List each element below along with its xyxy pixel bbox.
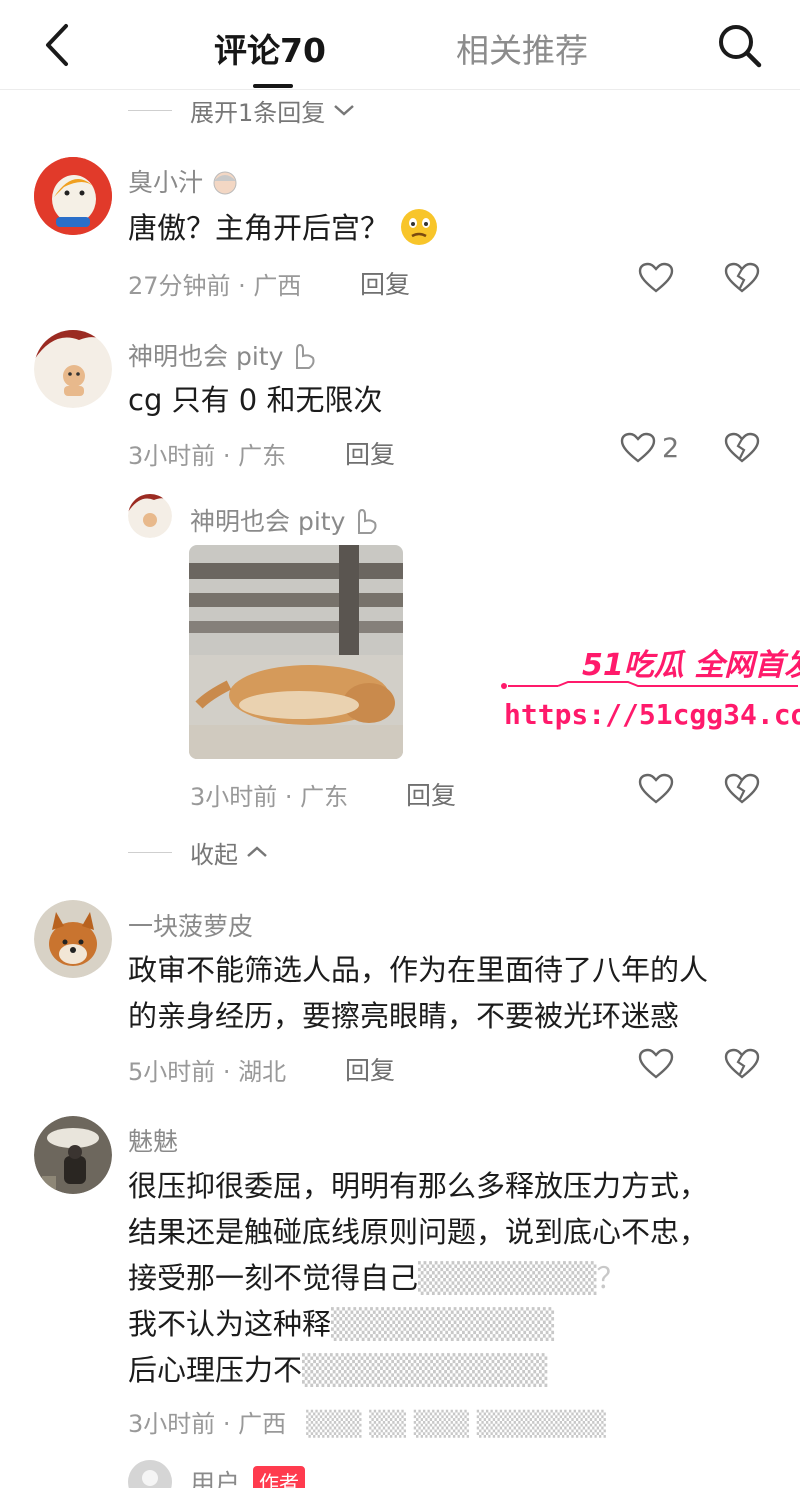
reply-button[interactable]: 回复 bbox=[406, 776, 456, 812]
like-button[interactable] bbox=[638, 773, 674, 805]
top-navigation-bar: 评论70 相关推荐 bbox=[0, 0, 800, 90]
comment-time-location: 5小时前 · 湖北 bbox=[128, 1058, 287, 1086]
broken-heart-icon bbox=[724, 1048, 760, 1079]
active-tab-indicator bbox=[253, 84, 293, 88]
comment-text-line: 政审不能筛选人品，作为在里面待了八年的人 bbox=[128, 953, 709, 987]
heart-icon bbox=[638, 773, 674, 804]
comment-text-line: 我不认为这种释▒▒▒▒▒▒▒▒▒▒ bbox=[128, 1302, 554, 1346]
divider bbox=[128, 851, 172, 853]
comment-text-visible: 后心理压力不 bbox=[128, 1353, 303, 1387]
watermark-line bbox=[501, 681, 798, 689]
hand-icon bbox=[358, 508, 377, 534]
tab-related[interactable]: 相关推荐 bbox=[456, 24, 588, 72]
dislike-button[interactable] bbox=[724, 1048, 760, 1084]
avatar[interactable] bbox=[34, 1116, 112, 1194]
tab-comments[interactable]: 评论70 bbox=[214, 24, 326, 72]
username-text: 臭小汁 bbox=[128, 168, 204, 197]
back-arrow-icon[interactable] bbox=[38, 22, 78, 68]
time-text: 3小时前 · 广西 bbox=[128, 1410, 287, 1438]
comment-text-line: 结果还是触碰底线原则问题，说到底心不忠， bbox=[128, 1215, 709, 1249]
dislike-button[interactable] bbox=[724, 262, 760, 298]
like-button[interactable] bbox=[638, 1048, 674, 1080]
collapse-replies-button[interactable]: 收起 bbox=[128, 834, 268, 870]
divider bbox=[128, 109, 172, 111]
comment-time-location: 3小时前 · 广西 ▒▒▒ ▒▒ ▒▒▒ ▒▒▒▒▒▒▒ bbox=[128, 1404, 606, 1439]
avatar[interactable] bbox=[128, 494, 172, 538]
chevron-down-icon bbox=[334, 105, 355, 116]
distorted-text: ▒▒▒▒▒▒▒▒▒▒▒ bbox=[302, 1353, 548, 1387]
reply-button[interactable]: 回复 bbox=[360, 265, 410, 301]
comment-text-content: 唐傲？主角开后宫？ bbox=[128, 211, 390, 245]
watermark: 51吃瓜 全网首发 https://51cgg34.com bbox=[498, 640, 800, 731]
like-button[interactable] bbox=[638, 262, 674, 294]
distorted-text: ▒▒▒▒▒▒▒▒？ bbox=[418, 1261, 626, 1295]
comment-text-line: 后心理压力不▒▒▒▒▒▒▒▒▒▒▒ bbox=[128, 1348, 547, 1392]
avatar[interactable] bbox=[34, 330, 112, 408]
like-count: 2 bbox=[662, 432, 680, 464]
broken-heart-icon bbox=[724, 773, 760, 804]
heart-icon bbox=[638, 262, 674, 293]
watermark-url: https://51cgg34.com bbox=[504, 698, 800, 731]
comment-username[interactable]: 魅魅 bbox=[128, 1122, 178, 1158]
comment-text-line: 很压抑很委屈，明明有那么多释放压力方式， bbox=[128, 1169, 709, 1203]
distorted-text: ▒▒▒ ▒▒ ▒▒▒ ▒▒▒▒▒▒▒ bbox=[306, 1410, 606, 1438]
comment-text: cg 只有 0 和无限次 bbox=[128, 383, 383, 417]
author-badge: 作者 bbox=[253, 1466, 305, 1488]
dislike-button[interactable] bbox=[724, 432, 760, 468]
emoji-icon bbox=[213, 171, 237, 195]
comment-username[interactable]: 神明也会 pity bbox=[128, 337, 317, 373]
comment-text-line: 的亲身经历，要擦亮眼睛，不要被光环迷惑 bbox=[128, 999, 680, 1033]
comment-time-location: 3小时前 · 广东 bbox=[128, 442, 287, 470]
comment-time-location: 27分钟前 · 广西 bbox=[128, 272, 302, 300]
avatar[interactable] bbox=[34, 900, 112, 978]
reply-username[interactable]: 神明也会 pity bbox=[190, 502, 379, 538]
username-text: 神明也会 pity bbox=[128, 342, 284, 371]
reply-image[interactable] bbox=[189, 545, 403, 759]
reply-time-location: 3小时前 · 广东 bbox=[190, 783, 349, 811]
username-text: 神明也会 pity bbox=[190, 507, 346, 536]
distorted-text: ▒▒▒▒▒▒▒▒▒▒ bbox=[331, 1307, 555, 1341]
comment-username[interactable]: 一块菠萝皮 bbox=[128, 907, 253, 943]
expand-replies-button[interactable]: 展开1条回复 bbox=[128, 92, 355, 128]
emoji-icon bbox=[401, 209, 438, 245]
comment-text-line: 接受那一刻不觉得自己▒▒▒▒▒▒▒▒？ bbox=[128, 1256, 625, 1300]
broken-heart-icon bbox=[724, 432, 760, 463]
heart-icon bbox=[638, 1048, 674, 1079]
comment-text: 唐傲？主角开后宫？ bbox=[128, 206, 440, 250]
comment-text-visible: 接受那一刻不觉得自己 bbox=[128, 1261, 419, 1295]
avatar[interactable] bbox=[34, 157, 112, 235]
hand-icon bbox=[296, 343, 315, 369]
avatar[interactable] bbox=[128, 1460, 172, 1488]
watermark-brand: 51吃瓜 全网首发 bbox=[582, 648, 800, 683]
comment-username[interactable]: 用户 bbox=[190, 1464, 240, 1488]
collapse-replies-label: 收起 bbox=[190, 840, 238, 869]
expand-replies-label: 展开1条回复 bbox=[190, 98, 326, 127]
dislike-button[interactable] bbox=[724, 773, 760, 809]
comment-text-visible: 我不认为这种释 bbox=[128, 1307, 332, 1341]
comment-username[interactable]: 臭小汁 bbox=[128, 163, 239, 199]
broken-heart-icon bbox=[724, 262, 760, 293]
chevron-up-icon bbox=[247, 846, 267, 857]
like-button[interactable]: 2 bbox=[620, 432, 679, 464]
reply-button[interactable]: 回复 bbox=[345, 1051, 395, 1087]
reply-button[interactable]: 回复 bbox=[345, 435, 395, 471]
heart-icon bbox=[620, 432, 656, 463]
search-icon[interactable] bbox=[716, 22, 764, 70]
